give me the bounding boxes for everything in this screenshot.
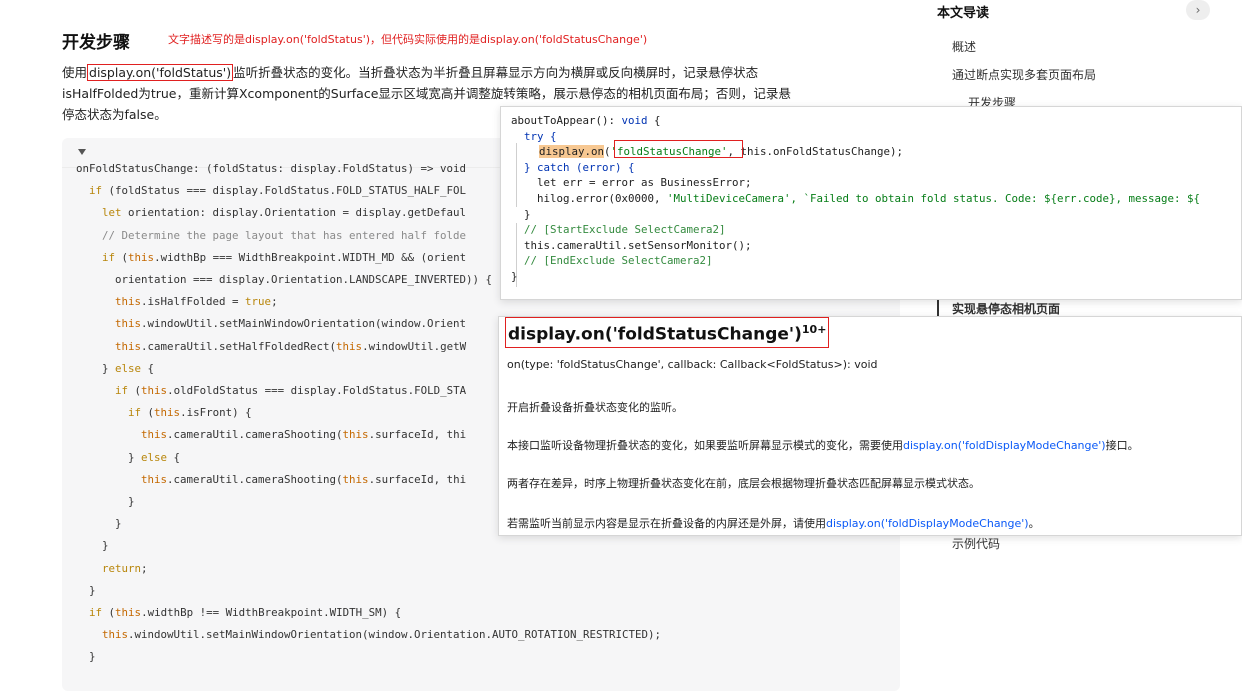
api-link[interactable]: display.on('foldDisplayModeChange'): [826, 517, 1029, 530]
code-line: this.cameraUtil.cameraShooting(this.surf…: [141, 472, 467, 486]
api-desc-4: 若需监听当前显示内容是显示在折叠设备的内屏还是外屏，请使用display.on(…: [507, 515, 1040, 531]
code-snippet-popup: aboutToAppear(): void { try { display.on…: [500, 106, 1242, 300]
api-desc-text: 本接口监听设备物理折叠状态的变化，如果要监听屏幕显示模式的变化，需要使用: [507, 439, 903, 452]
code-string: , `Failed to obtain fold status. Code: $…: [790, 192, 1201, 205]
code-line: this.cameraUtil.cameraShooting(this.surf…: [141, 428, 467, 442]
highlighted-api-name: display.on('foldStatus'): [87, 64, 234, 81]
code-string: 'MultiDeviceCamera': [667, 192, 791, 205]
api-desc-text: 若需监听当前显示内容是显示在折叠设备的内屏还是外屏，请使用: [507, 517, 826, 530]
code-line: if (this.widthBp === WidthBreakpoint.WID…: [102, 250, 467, 264]
code-line: }: [76, 650, 96, 664]
code-text: {: [647, 114, 661, 127]
code-comment: // [StartExclude SelectCamera2]: [511, 223, 726, 237]
code-line: try {: [511, 129, 557, 143]
code-line: let orientation: display.Orientation = d…: [102, 206, 467, 220]
code-line: }: [76, 583, 96, 597]
toc-item-hover-camera[interactable]: 实现悬停态相机页面: [952, 300, 1060, 317]
highlighted-call: display.on: [539, 145, 605, 159]
code-line: orientation === display.Orientation.LAND…: [76, 273, 493, 286]
toc-item-overview[interactable]: 概述: [952, 38, 976, 55]
code-line: this.isHalfFolded = true;: [115, 295, 278, 309]
code-line: if (this.isFront) {: [128, 406, 252, 420]
code-text: hilog.error(0x0000,: [511, 192, 668, 205]
code-line: this.windowUtil.setMainWindowOrientation…: [115, 317, 467, 331]
code-line: }: [76, 539, 109, 553]
code-keyword: void: [621, 114, 648, 127]
code-line: if (foldStatus === display.FoldStatus.FO…: [89, 184, 467, 198]
code-text: aboutToAppear():: [511, 114, 622, 127]
code-line: }: [76, 495, 135, 508]
para-line2: isHalfFolded为true，重新计算Xcomponent的Surface…: [62, 86, 791, 101]
code-line: this.windowUtil.setMainWindowOrientation…: [102, 628, 662, 642]
code-line: }: [511, 207, 531, 221]
code-line: let err = error as BusinessError;: [511, 176, 752, 190]
collapse-caret-icon[interactable]: [78, 149, 86, 155]
api-desc-2: 本接口监听设备物理折叠状态的变化，如果要监听屏幕显示模式的变化，需要使用disp…: [507, 437, 1139, 453]
code-line: this.cameraUtil.setHalfFoldedRect(this.w…: [115, 339, 467, 353]
toc-item-breakpoints[interactable]: 通过断点实现多套页面布局: [952, 66, 1096, 83]
code-line: } catch (error) {: [511, 160, 635, 174]
code-line: // Determine the page layout that has en…: [76, 228, 467, 242]
toc-item-sample-code[interactable]: 示例代码: [952, 535, 1000, 552]
code-line: if (this.oldFoldStatus === display.FoldS…: [115, 384, 467, 397]
api-desc-text: 接口。: [1105, 439, 1139, 452]
api-desc-text: 。: [1028, 517, 1040, 530]
code-text: , this.onFoldStatusChange);: [727, 145, 904, 159]
api-version-badge: 10+: [801, 323, 827, 336]
code-line: this.cameraUtil.setSensorMonitor();: [511, 238, 752, 252]
code-comment: // [EndExclude SelectCamera2]: [511, 254, 713, 268]
api-link[interactable]: display.on('foldDisplayModeChange'): [903, 439, 1106, 452]
section-heading: 开发步骤: [62, 33, 130, 53]
code-line: return;: [102, 561, 148, 575]
api-desc-1: 开启折叠设备折叠状态变化的监听。: [507, 401, 683, 414]
code-line: } else {: [76, 361, 155, 375]
api-signature: on(type: 'foldStatusChange', callback: C…: [507, 358, 878, 371]
code-line: if (this.widthBp !== WidthBreakpoint.WID…: [89, 606, 402, 619]
toc-title: 本文导读: [937, 6, 990, 21]
review-annotation: 文字描述写的是display.on('foldStatus')，但代码实际使用的…: [168, 33, 648, 46]
toc-collapse-chevron-icon[interactable]: ›: [1186, 0, 1210, 20]
api-title: display.on('foldStatusChange')10+: [505, 317, 830, 348]
code-line: onFoldStatusChange: (foldStatus: display…: [76, 162, 467, 175]
code-line: }: [76, 517, 122, 531]
api-title-text: display.on('foldStatusChange'): [508, 324, 802, 345]
para-line1-rest: 监听折叠状态的变化。当折叠状态为半折叠且屏幕显示方向为横屏或反向横屏时，记录悬停…: [233, 65, 759, 80]
api-doc-popup: display.on('foldStatusChange')10+ on(typ…: [498, 316, 1242, 536]
para-prefix: 使用: [62, 65, 88, 80]
code-line: }: [511, 270, 518, 283]
api-desc-3: 两者存在差异，时序上物理折叠状态变化在前，底层会根据物理折叠状态匹配屏幕显示模式…: [507, 477, 980, 490]
code-line: } else {: [76, 450, 181, 464]
highlight-box: [614, 140, 743, 158]
